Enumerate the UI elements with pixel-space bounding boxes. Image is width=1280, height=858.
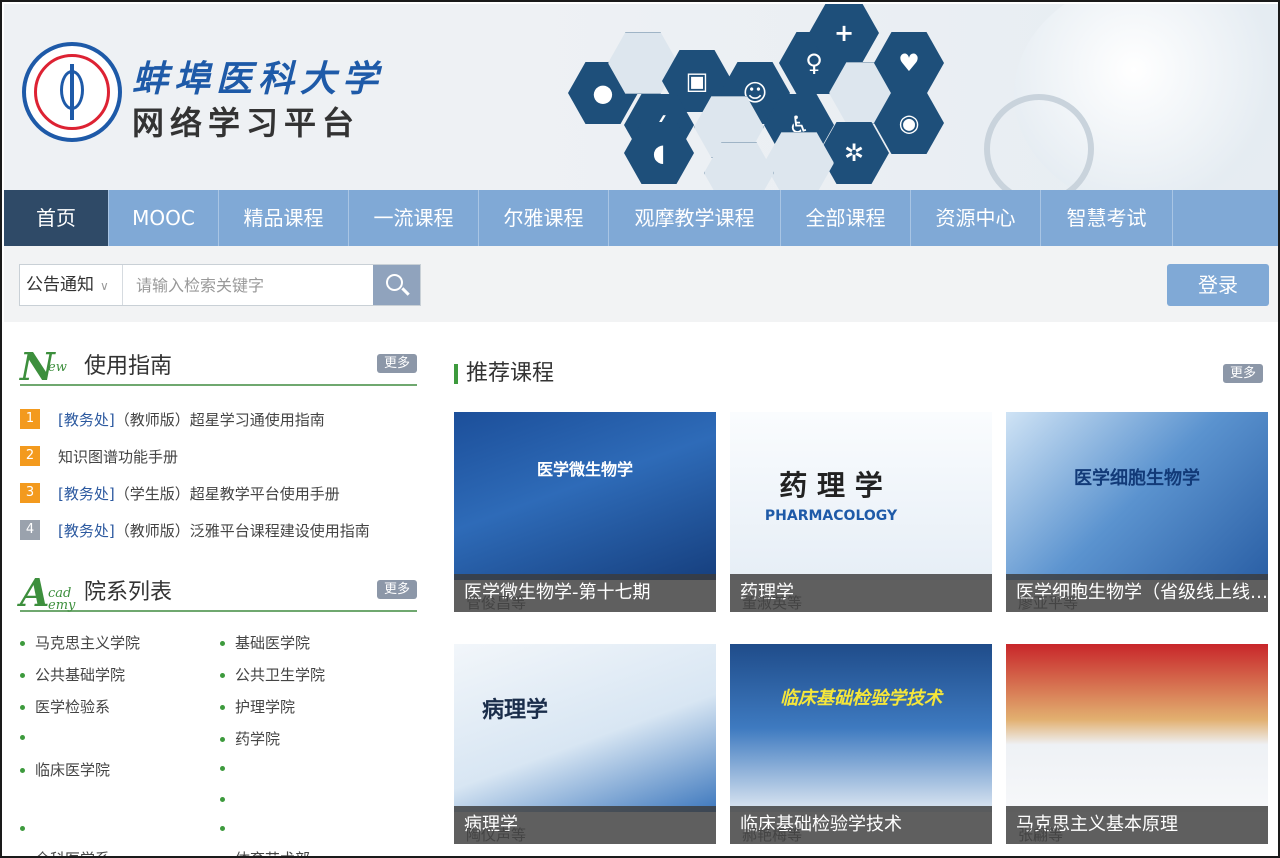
department-more-link[interactable]: 更多	[376, 580, 417, 599]
guide-item[interactable]: 1 [教务处]（教师版）超星学习通使用指南	[20, 408, 325, 430]
header-banner: 蚌埠医科大学 网络学习平台 ● ▣ ☺ ♀ + ♥ ◉ ⁄ ♿ ✲ ◖	[4, 4, 1278, 190]
department-link[interactable]	[20, 819, 35, 837]
rank-number: 2	[20, 446, 40, 466]
course-teacher: 董淑英等	[742, 594, 803, 612]
course-teacher: 陶仪声等	[466, 826, 527, 844]
course-cover-image: 医学细胞生物学	[1006, 412, 1268, 580]
nav-first-class-courses[interactable]: 一流课程	[349, 190, 479, 246]
academy-badge-icon: Acad emy	[20, 570, 76, 615]
department-link[interactable]: 药学院	[220, 728, 280, 749]
search-button[interactable]	[373, 265, 420, 305]
nav-home[interactable]: 首页	[4, 190, 109, 246]
department-link[interactable]	[220, 819, 235, 837]
course-card[interactable]: 药 理 学 PHARMACOLOGY 药理学 董淑英等	[730, 412, 992, 612]
department-link[interactable]: 公共卫生学院	[220, 664, 325, 685]
department-link[interactable]	[220, 759, 235, 777]
department-link[interactable]: 基础医学院	[220, 632, 310, 653]
recommended-more-link[interactable]: 更多	[1223, 364, 1264, 383]
search-category-select[interactable]: 公告通知 ∨	[20, 265, 123, 305]
search-box: 公告通知 ∨	[19, 264, 421, 306]
course-card[interactable]: 临床基础检验学技术 临床基础检验学技术 郝艳梅等	[730, 644, 992, 844]
nav-smart-exam[interactable]: 智慧考试	[1041, 190, 1173, 246]
guide-section-header: New 使用指南 更多	[20, 348, 417, 386]
course-teacher: 张翩等	[1018, 826, 1064, 844]
department-link[interactable]: 临床医学院	[20, 759, 110, 780]
banner-medical-illustration: ● ▣ ☺ ♀ + ♥ ◉ ⁄ ♿ ✲ ◖	[544, 4, 1278, 190]
course-teacher: 管俊昌等	[466, 594, 527, 612]
nav-quality-courses[interactable]: 精品课程	[219, 190, 349, 246]
nav-erya-courses[interactable]: 尔雅课程	[479, 190, 609, 246]
course-card[interactable]: 马克思主义基本原理 张翩等	[1006, 644, 1268, 844]
department-title: 院系列表	[84, 580, 173, 605]
guide-item[interactable]: 4 [教务处]（教师版）泛雅平台课程建设使用指南	[20, 519, 370, 541]
department-link[interactable]	[20, 728, 35, 746]
university-name: 蚌埠医科大学	[132, 58, 385, 100]
course-card[interactable]: 医学微生物学 医学微生物学-第十七期 管俊昌等	[454, 412, 716, 612]
search-input[interactable]	[124, 265, 372, 305]
department-link[interactable]: 医学检验系	[20, 696, 110, 717]
recommended-title: 推荐课程	[466, 361, 555, 386]
rank-number: 1	[20, 409, 40, 429]
course-card[interactable]: 病理学 病理学 陶仪声等	[454, 644, 716, 844]
rank-number: 4	[20, 520, 40, 540]
course-cover-image: 临床基础检验学技术	[730, 644, 992, 812]
login-button[interactable]: 登录	[1167, 264, 1269, 306]
guide-item[interactable]: 3 [教务处]（学生版）超星教学平台使用手册	[20, 482, 340, 504]
platform-name: 网络学习平台	[132, 104, 361, 142]
course-card[interactable]: 医学细胞生物学 医学细胞生物学（省级线上线下混合式一流课程） 廖亚平等	[1006, 412, 1268, 612]
search-toolbar: 公告通知∨ 登录	[4, 246, 1278, 322]
department-link[interactable]: 公共基础学院	[20, 664, 125, 685]
department-link[interactable]: 体育艺术部	[220, 848, 310, 856]
course-cover-image: 药 理 学 PHARMACOLOGY	[730, 412, 992, 580]
department-link[interactable]: 马克思主义学院	[20, 632, 140, 653]
department-link[interactable]: 全科医学系	[20, 848, 110, 856]
university-seal-logo[interactable]	[22, 42, 122, 142]
nav-mooc[interactable]: MOOC	[109, 190, 219, 246]
guide-item[interactable]: 2 知识图谱功能手册	[20, 445, 178, 467]
department-section-header: Acad emy 院系列表 更多	[20, 574, 417, 612]
guide-more-link[interactable]: 更多	[376, 354, 417, 373]
course-teacher: 郝艳梅等	[742, 826, 803, 844]
course-cover-image	[1006, 644, 1268, 812]
nav-resource-center[interactable]: 资源中心	[911, 190, 1041, 246]
rank-number: 3	[20, 483, 40, 503]
main-nav: 首页 MOOC 精品课程 一流课程 尔雅课程 观摩教学课程 全部课程 资源中心 …	[4, 190, 1278, 246]
course-cover-image: 医学微生物学	[454, 412, 716, 580]
nav-all-courses[interactable]: 全部课程	[781, 190, 911, 246]
guide-title: 使用指南	[84, 354, 173, 379]
chevron-down-icon: ∨	[100, 279, 109, 293]
page-frame: 蚌埠医科大学 网络学习平台 ● ▣ ☺ ♀ + ♥ ◉ ⁄ ♿ ✲ ◖ 首页 M…	[0, 0, 1280, 858]
nav-observation-courses[interactable]: 观摩教学课程	[609, 190, 781, 246]
department-link[interactable]	[220, 790, 235, 808]
new-badge-icon: New	[20, 344, 67, 389]
course-teacher: 廖亚平等	[1018, 594, 1079, 612]
section-accent-bar	[454, 364, 458, 384]
department-link[interactable]: 护理学院	[220, 696, 295, 717]
course-cover-image: 病理学	[454, 644, 716, 812]
